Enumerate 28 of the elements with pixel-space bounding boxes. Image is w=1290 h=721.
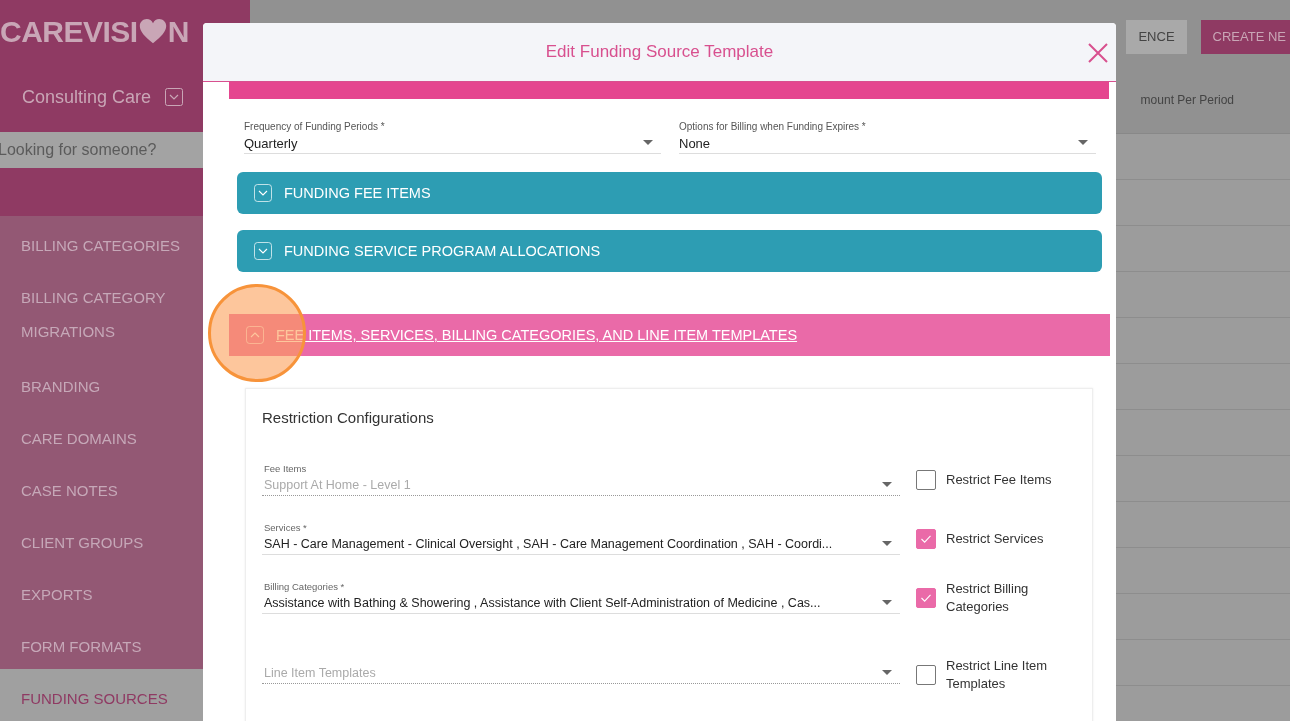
toolbar-button[interactable]: ENCE xyxy=(1126,19,1187,54)
chevron-down-icon xyxy=(254,184,272,202)
chevron-down-icon xyxy=(254,242,272,260)
checkbox[interactable] xyxy=(916,528,936,549)
checkbox-label: Restrict Fee Items xyxy=(946,470,1053,489)
checkbox-label: Restrict Line Item Templates xyxy=(946,656,1049,693)
checkbox-label: Restrict Billing Categories xyxy=(946,579,1030,616)
select-field[interactable]: Billing Categories * Assistance with Bathing & Showering , Assistance with Client Self-Administration of Medicine , Cas... xyxy=(262,581,900,614)
section-header[interactable]: FUNDING FEE ITEMS xyxy=(237,172,1102,214)
toolbar-button[interactable]: CREATE NE xyxy=(1200,19,1290,54)
heart-icon xyxy=(138,19,167,45)
select-field[interactable]: Options for Billing when Funding Expires * None xyxy=(679,121,1096,154)
checkbox[interactable] xyxy=(916,587,936,608)
close-icon[interactable] xyxy=(1088,43,1108,63)
section-header[interactable]: FUNDING SERVICE PROGRAM ALLOCATIONS xyxy=(237,230,1102,272)
select-field[interactable]: Frequency of Funding Periods * Quarterly xyxy=(244,121,661,154)
logo-text: CAREVISI xyxy=(0,14,138,49)
chevron-up-icon xyxy=(246,326,264,344)
sidebar-item[interactable]: BILLING CATEGORY MIGRATIONS xyxy=(0,268,190,357)
logo-text: N xyxy=(167,14,189,49)
card-title: Restriction Configurations xyxy=(262,409,435,426)
checkbox-label: Restrict Services xyxy=(946,529,1045,548)
section-header[interactable]: FEE ITEMS, SERVICES, BILLING CATEGORIES, AND LINE ITEM TEMPLATES xyxy=(229,314,1110,356)
dialog-title: Edit Funding Source Template xyxy=(545,42,774,62)
column-header: mount Per Period xyxy=(1140,93,1234,107)
organization-name: Consulting Care xyxy=(22,86,152,108)
dropdown-icon[interactable] xyxy=(165,88,184,107)
select-field[interactable]: Services * SAH - Care Management - Clinical Oversight , SAH - Care Management Coordination , SAH - Coordi... xyxy=(262,522,900,555)
